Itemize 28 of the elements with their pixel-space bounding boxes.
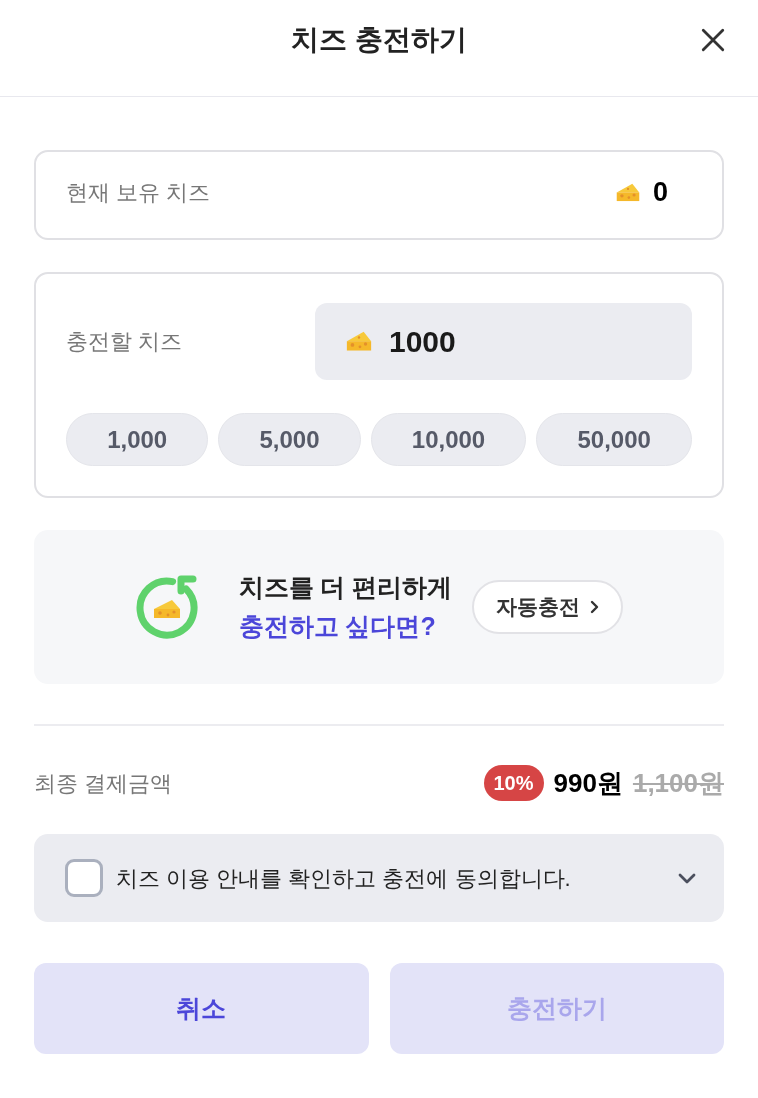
preset-amount-chip[interactable]: 50,000 — [536, 413, 692, 466]
banner-headline: 치즈를 더 편리하게 — [238, 571, 453, 603]
preset-amount-chip[interactable]: 10,000 — [370, 413, 527, 466]
dialog-title: 치즈 충전하기 — [291, 23, 467, 57]
preset-amount-chip[interactable]: 5,000 — [218, 413, 361, 466]
chevron-right-icon — [590, 600, 600, 614]
amount-field[interactable]: 1000 — [315, 303, 692, 380]
preset-amount-chip[interactable]: 1,000 — [66, 413, 209, 466]
balance-label: 현재 보유 치즈 — [66, 178, 211, 207]
agreement-text: 치즈 이용 안내를 확인하고 충전에 동의합니다. — [116, 864, 571, 893]
balance-value: 0 — [652, 175, 668, 209]
agreement-panel[interactable]: 치즈 이용 안내를 확인하고 충전에 동의합니다. — [34, 834, 724, 922]
close-icon — [700, 27, 726, 53]
circular-arrow-cheese-icon — [134, 574, 199, 640]
cheese-icon — [345, 330, 373, 353]
chevron-down-icon[interactable] — [678, 872, 696, 884]
cancel-button[interactable]: 취소 — [34, 963, 369, 1054]
auto-charge-button[interactable]: 자동충전 — [472, 580, 624, 634]
original-price: 1,100원 — [632, 766, 724, 800]
close-button[interactable] — [699, 26, 727, 54]
amount-value: 1000 — [389, 324, 456, 360]
charge-label: 충전할 치즈 — [66, 328, 183, 356]
final-price: 990원 — [553, 766, 623, 800]
discount-badge: 10% — [483, 765, 544, 801]
banner-subline: 충전하고 싶다면? — [238, 611, 437, 642]
agreement-checkbox[interactable] — [65, 859, 103, 897]
total-label: 최종 결제금액 — [34, 769, 173, 798]
cheese-icon — [614, 181, 641, 203]
